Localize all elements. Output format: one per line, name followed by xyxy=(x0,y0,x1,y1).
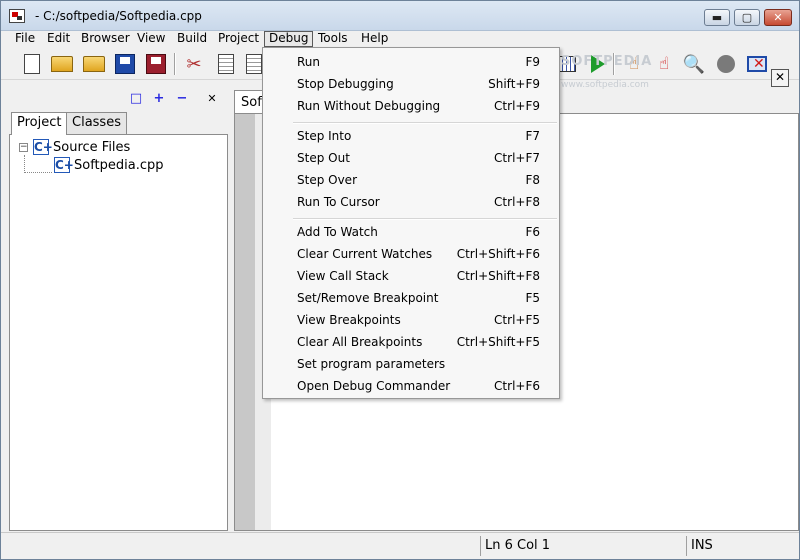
minimize-button[interactable]: ▬ xyxy=(704,9,730,26)
app-window: - C:/softpedia/Softpedia.cpp ▬ ▢ ✕ File … xyxy=(0,0,800,560)
menu-edit[interactable]: Edit xyxy=(43,31,74,47)
project-tree: − C+ Source Files C+ Softpedia.cpp xyxy=(9,134,228,531)
menu-item-open-debug-commander[interactable]: Open Debug Commander Ctrl+F6 xyxy=(263,375,559,397)
pane-collapse-button[interactable]: − xyxy=(175,91,189,106)
tree-connector xyxy=(24,155,25,173)
menu-separator xyxy=(293,218,557,220)
menu-item-run-to-cursor[interactable]: Run To Cursor Ctrl+F8 xyxy=(263,191,559,213)
close-document-button[interactable]: ✕ xyxy=(771,69,789,87)
tab-classes[interactable]: Classes xyxy=(66,112,127,134)
tree-folder-label: Source Files xyxy=(53,139,131,155)
stop-icon xyxy=(717,55,735,73)
menu-item-step-out[interactable]: Step Out Ctrl+F7 xyxy=(263,147,559,169)
menu-debug[interactable]: Debug xyxy=(264,31,314,47)
tree-file-softpedia-cpp[interactable]: C+ Softpedia.cpp xyxy=(54,156,164,174)
menu-separator xyxy=(293,122,557,124)
pane-close-button[interactable]: ✕ xyxy=(205,91,219,105)
close-monitor-icon xyxy=(747,56,767,72)
open-folder-button[interactable] xyxy=(81,51,107,77)
menu-item-stop-debugging[interactable]: Stop Debugging Shift+F9 xyxy=(263,73,559,95)
close-button[interactable]: ✕ xyxy=(764,9,792,26)
save-all-icon xyxy=(146,54,166,74)
tree-folder-source-files[interactable]: − C+ Source Files xyxy=(19,138,130,156)
menu-item-view-breakpoints[interactable]: View Breakpoints Ctrl+F5 xyxy=(263,309,559,331)
collapse-icon[interactable]: − xyxy=(19,142,28,152)
stop-button[interactable] xyxy=(713,51,739,77)
new-file-button[interactable] xyxy=(19,51,45,77)
menu-item-clear-current-watches[interactable]: Clear Current Watches Ctrl+Shift+F6 xyxy=(263,243,559,265)
menu-browser[interactable]: Browser xyxy=(77,31,134,47)
maximize-button[interactable]: ▢ xyxy=(734,9,760,26)
menu-bar: File Edit Browser View Build Project Deb… xyxy=(1,31,799,47)
find-icon: 🔍 xyxy=(682,53,706,75)
tree-file-label: Softpedia.cpp xyxy=(74,157,164,173)
menu-item-run-without-debugging[interactable]: Run Without Debugging Ctrl+F9 xyxy=(263,95,559,117)
menu-item-view-call-stack[interactable]: View Call Stack Ctrl+Shift+F8 xyxy=(263,265,559,287)
status-bar: Ln 6 Col 1 INS xyxy=(1,532,799,559)
title-bar: - C:/softpedia/Softpedia.cpp ▬ ▢ ✕ xyxy=(1,1,799,31)
save-all-button[interactable] xyxy=(143,51,169,77)
stop-hand-button[interactable]: ☝ xyxy=(651,51,677,77)
watermark: SOFTPEDIA xyxy=(561,54,653,69)
close-monitor-button[interactable] xyxy=(744,51,770,77)
pane-expand-button[interactable]: + xyxy=(152,91,166,106)
debug-menu: Run F9 Stop Debugging Shift+F9 Run Without… xyxy=(262,47,560,399)
menu-project[interactable]: Project xyxy=(214,31,263,47)
menu-item-run[interactable]: Run F9 xyxy=(263,51,559,73)
cpp-file-icon: C+ xyxy=(54,157,74,173)
toolbar-separator xyxy=(174,53,176,75)
cut-button[interactable]: ✂ xyxy=(181,51,207,77)
menu-item-set-remove-breakpoint[interactable]: Set/Remove Breakpoint F5 xyxy=(263,287,559,309)
stop-hand-icon: ☝ xyxy=(658,54,670,74)
save-icon xyxy=(115,54,135,74)
save-button[interactable] xyxy=(112,51,138,77)
editor-gutter xyxy=(235,114,255,530)
cpp-folder-icon: C+ xyxy=(33,139,53,155)
tab-project[interactable]: Project xyxy=(11,112,68,135)
cut-icon: ✂ xyxy=(186,53,202,75)
menu-build[interactable]: Build xyxy=(173,31,211,47)
menu-item-clear-all-breakpoints[interactable]: Clear All Breakpoints Ctrl+Shift+F5 xyxy=(263,331,559,353)
menu-file[interactable]: File xyxy=(11,31,39,47)
paste-icon xyxy=(246,54,262,74)
menu-item-add-to-watch[interactable]: Add To Watch F6 xyxy=(263,221,559,243)
menu-help[interactable]: Help xyxy=(357,31,392,47)
menu-item-step-over[interactable]: Step Over F8 xyxy=(263,169,559,191)
status-mode: INS xyxy=(686,536,786,556)
status-line: Ln 6 xyxy=(480,536,513,556)
project-pane-toolbar: □ + − ✕ xyxy=(1,84,229,112)
open-folder-icon xyxy=(83,56,105,72)
menu-item-set-program-parameters[interactable]: Set program parameters xyxy=(263,353,559,375)
open-project-button[interactable] xyxy=(49,51,75,77)
app-icon xyxy=(9,9,25,23)
watermark-url: www.softpedia.com xyxy=(561,80,649,90)
tree-connector xyxy=(24,172,52,173)
menu-item-step-into[interactable]: Step Into F7 xyxy=(263,125,559,147)
find-button[interactable]: 🔍 xyxy=(681,51,707,77)
menu-tools[interactable]: Tools xyxy=(314,31,352,47)
status-col: Col 1 xyxy=(517,538,551,553)
window-title: - C:/softpedia/Softpedia.cpp xyxy=(35,9,202,23)
copy-icon xyxy=(218,54,234,74)
open-project-icon xyxy=(51,56,73,72)
pane-window-button[interactable]: □ xyxy=(129,91,143,106)
copy-button[interactable] xyxy=(213,51,239,77)
menu-view[interactable]: View xyxy=(133,31,169,47)
new-file-icon xyxy=(24,54,40,74)
